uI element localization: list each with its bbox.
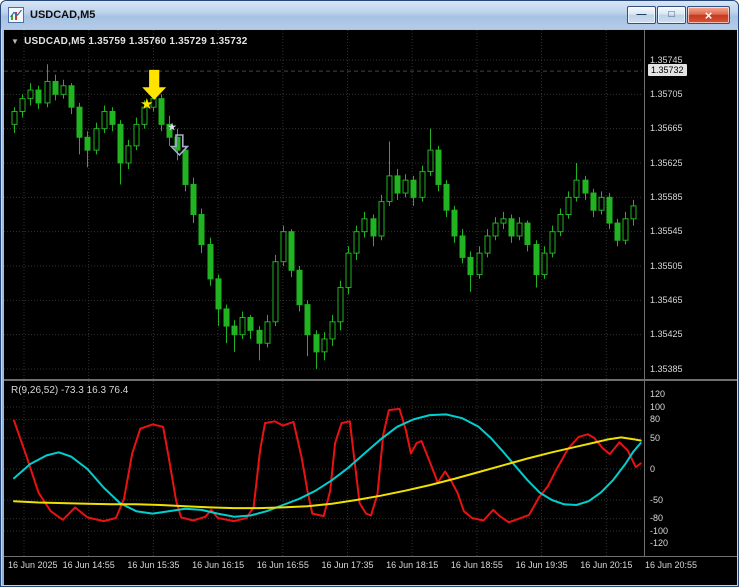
- price-axis-label: 1.35665: [650, 123, 683, 134]
- indicator-axis-label: -80: [650, 513, 664, 524]
- time-axis-label: 16 Jun 16:15: [192, 560, 245, 570]
- price-axis-label: 1.35465: [650, 294, 683, 305]
- price-axis-label: 1.35505: [650, 260, 683, 271]
- price-axis-label: 1.35425: [650, 329, 683, 340]
- close-icon: ×: [704, 7, 713, 23]
- indicator-axis-label: 80: [650, 413, 661, 424]
- price-axis-label: 1.35545: [650, 226, 683, 237]
- price-axis-label: 1.35745: [650, 54, 683, 65]
- indicator-axis-label: 120: [650, 389, 666, 400]
- minimize-button[interactable]: —: [627, 6, 656, 24]
- time-axis[interactable]: 16 Jun 2025 16 Jun 14:55 16 Jun 15:35 16 Ju…: [4, 556, 737, 585]
- price-axis-label: 1.35625: [650, 157, 683, 168]
- time-axis-label: 16 Jun 20:15: [580, 560, 633, 570]
- indicator-header: R(9,26,52) -73.3 16.3 76.4: [11, 385, 129, 396]
- time-axis-label: 16 Jun 17:35: [321, 560, 374, 570]
- price-axis-label: 1.35585: [650, 191, 683, 202]
- time-axis-label: 16 Jun 2025: [8, 560, 58, 570]
- time-axis-label: 16 Jun 16:55: [256, 560, 309, 570]
- indicator-axis-label: -120: [650, 537, 669, 548]
- indicator-axis-label: 100: [650, 401, 666, 412]
- chart-canvas[interactable]: ★★: [4, 30, 737, 585]
- current-price-tag: 1.35732: [648, 64, 687, 77]
- indicator-axis-label: 50: [650, 432, 661, 443]
- title-bar[interactable]: USDCAD,M5 — □ ×: [1, 1, 738, 29]
- minimize-icon: —: [636, 9, 647, 20]
- indicator-axis[interactable]: 120 100 80 50 0 -50 -80 -100 -120: [645, 381, 737, 556]
- chart-window: USDCAD,M5 — □ × ★ ★ ▼ USDCAD,M5 1.35759 1.…: [0, 0, 739, 587]
- chart-window-icon[interactable]: [8, 7, 24, 23]
- time-axis-label: 16 Jun 14:55: [62, 560, 115, 570]
- signal-star-yellow: ★: [140, 95, 153, 113]
- price-axis-label: 1.35705: [650, 88, 683, 99]
- time-axis-label: 16 Jun 18:55: [450, 560, 503, 570]
- time-axis-label: 16 Jun 19:35: [515, 560, 568, 570]
- indicator-axis-label: -100: [650, 525, 669, 536]
- maximize-button[interactable]: □: [657, 6, 686, 24]
- pane-separator[interactable]: [4, 379, 737, 381]
- time-axis-label: 16 Jun 15:35: [127, 560, 180, 570]
- ohlc-text: USDCAD,M5 1.35759 1.35760 1.35729 1.3573…: [24, 36, 248, 47]
- price-axis[interactable]: 1.35745 1.35705 1.35665 1.35625 1.35585 1.355…: [645, 30, 737, 379]
- symbol-ohlc-header: ▼ USDCAD,M5 1.35759 1.35760 1.35729 1.357…: [11, 36, 247, 47]
- time-axis-label: 16 Jun 18:15: [386, 560, 439, 570]
- indicator-axis-label: 0: [650, 463, 656, 474]
- window-controls: — □ ×: [627, 6, 730, 24]
- maximize-icon: □: [668, 9, 675, 20]
- time-axis-label: 16 Jun 20:55: [644, 560, 698, 570]
- chart-client-area[interactable]: ★ ★ ▼ USDCAD,M5 1.35759 1.35760 1.35729 1.…: [4, 30, 737, 585]
- indicator-axis-label: -50: [650, 494, 664, 505]
- window-title: USDCAD,M5: [30, 9, 96, 21]
- price-axis-label: 1.35385: [650, 363, 683, 374]
- one-click-collapse-icon[interactable]: ▼: [11, 37, 19, 46]
- signal-star-gray: ★: [167, 120, 177, 133]
- close-button[interactable]: ×: [687, 6, 730, 24]
